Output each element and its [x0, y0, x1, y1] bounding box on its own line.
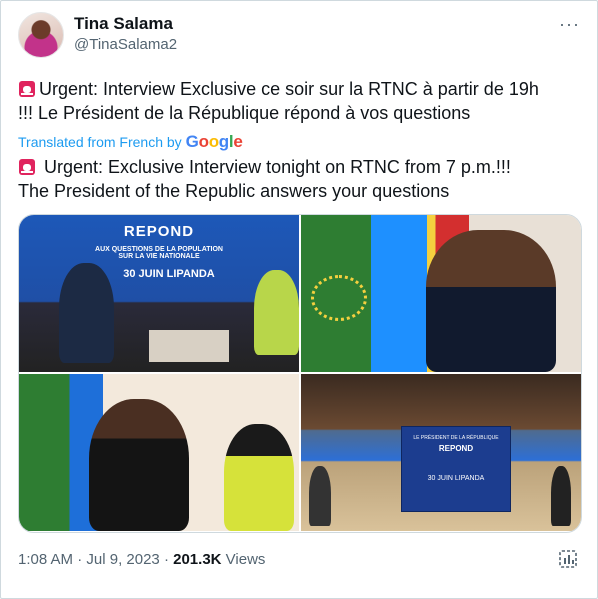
translation-line-2: The President of the Republic answers yo… — [18, 181, 450, 201]
sign-title: LE PRÉSIDENT DE LA RÉPUBLIQUE — [413, 435, 499, 441]
president-figure — [59, 263, 114, 363]
translated-from-label[interactable]: Translated from French by Google — [18, 132, 243, 152]
rotating-light-icon — [19, 81, 35, 97]
camera-operator-right — [551, 466, 571, 526]
analytics-icon[interactable] — [558, 549, 578, 569]
tweet-line-1: Urgent: Interview Exclusive ce soir sur … — [39, 79, 539, 99]
google-logo-icon: Google — [185, 132, 243, 151]
camera-operator-left — [309, 466, 331, 526]
photo-interview-studio[interactable]: REPOND AUX QUESTIONS DE LA POPULATION SU… — [19, 215, 299, 372]
photo-president-closeup[interactable] — [301, 215, 581, 372]
banner-subtitle-1: AUX QUESTIONS DE LA POPULATION — [95, 246, 223, 253]
views-count: 201.3K — [173, 551, 222, 568]
tweet-line-2: !!! Le Président de la République répond… — [18, 103, 471, 123]
media-grid: REPOND AUX QUESTIONS DE LA POPULATION SU… — [18, 214, 582, 533]
banner-title: REPOND — [123, 223, 195, 240]
author-handle[interactable]: @TinaSalama2 — [74, 36, 177, 53]
tweet-header: Tina Salama @TinaSalama2 ··· — [18, 12, 580, 60]
rotating-light-icon — [19, 159, 35, 175]
photo-wide-studio[interactable]: LE PRÉSIDENT DE LA RÉPUBLIQUE REPOND 30 … — [301, 374, 581, 531]
photo-interview-profile[interactable] — [19, 374, 299, 531]
author-name[interactable]: Tina Salama — [74, 14, 173, 34]
author-avatar[interactable] — [18, 12, 64, 58]
journalist-figure — [224, 424, 294, 531]
views-label: Views — [225, 551, 266, 568]
journalist-figure — [254, 270, 299, 355]
sign-date: 30 JUIN LIPANDA — [427, 475, 485, 482]
tweet-meta: 1:08 AM · Jul 9, 2023 · 201.3K Views — [18, 551, 266, 568]
more-options-icon[interactable]: ··· — [559, 14, 580, 35]
tweet-text: Urgent: Interview Exclusive ce soir sur … — [18, 77, 583, 125]
president-figure — [89, 399, 189, 531]
tweet-time[interactable]: 1:08 AM — [18, 551, 73, 568]
flag-stars — [311, 275, 367, 321]
president-figure — [426, 230, 556, 372]
tweet-date[interactable]: Jul 9, 2023 — [86, 551, 159, 568]
translated-label-text: Translated from French by — [18, 134, 182, 150]
tweet-translation: Urgent: Exclusive Interview tonight on R… — [18, 155, 583, 203]
stage-sign: LE PRÉSIDENT DE LA RÉPUBLIQUE REPOND 30 … — [401, 426, 511, 512]
table — [149, 330, 229, 362]
translation-line-1: Urgent: Exclusive Interview tonight on R… — [39, 157, 511, 177]
sign-subtitle: REPOND — [438, 444, 474, 453]
banner-subtitle-2: SUR LA VIE NATIONALE — [118, 253, 200, 260]
